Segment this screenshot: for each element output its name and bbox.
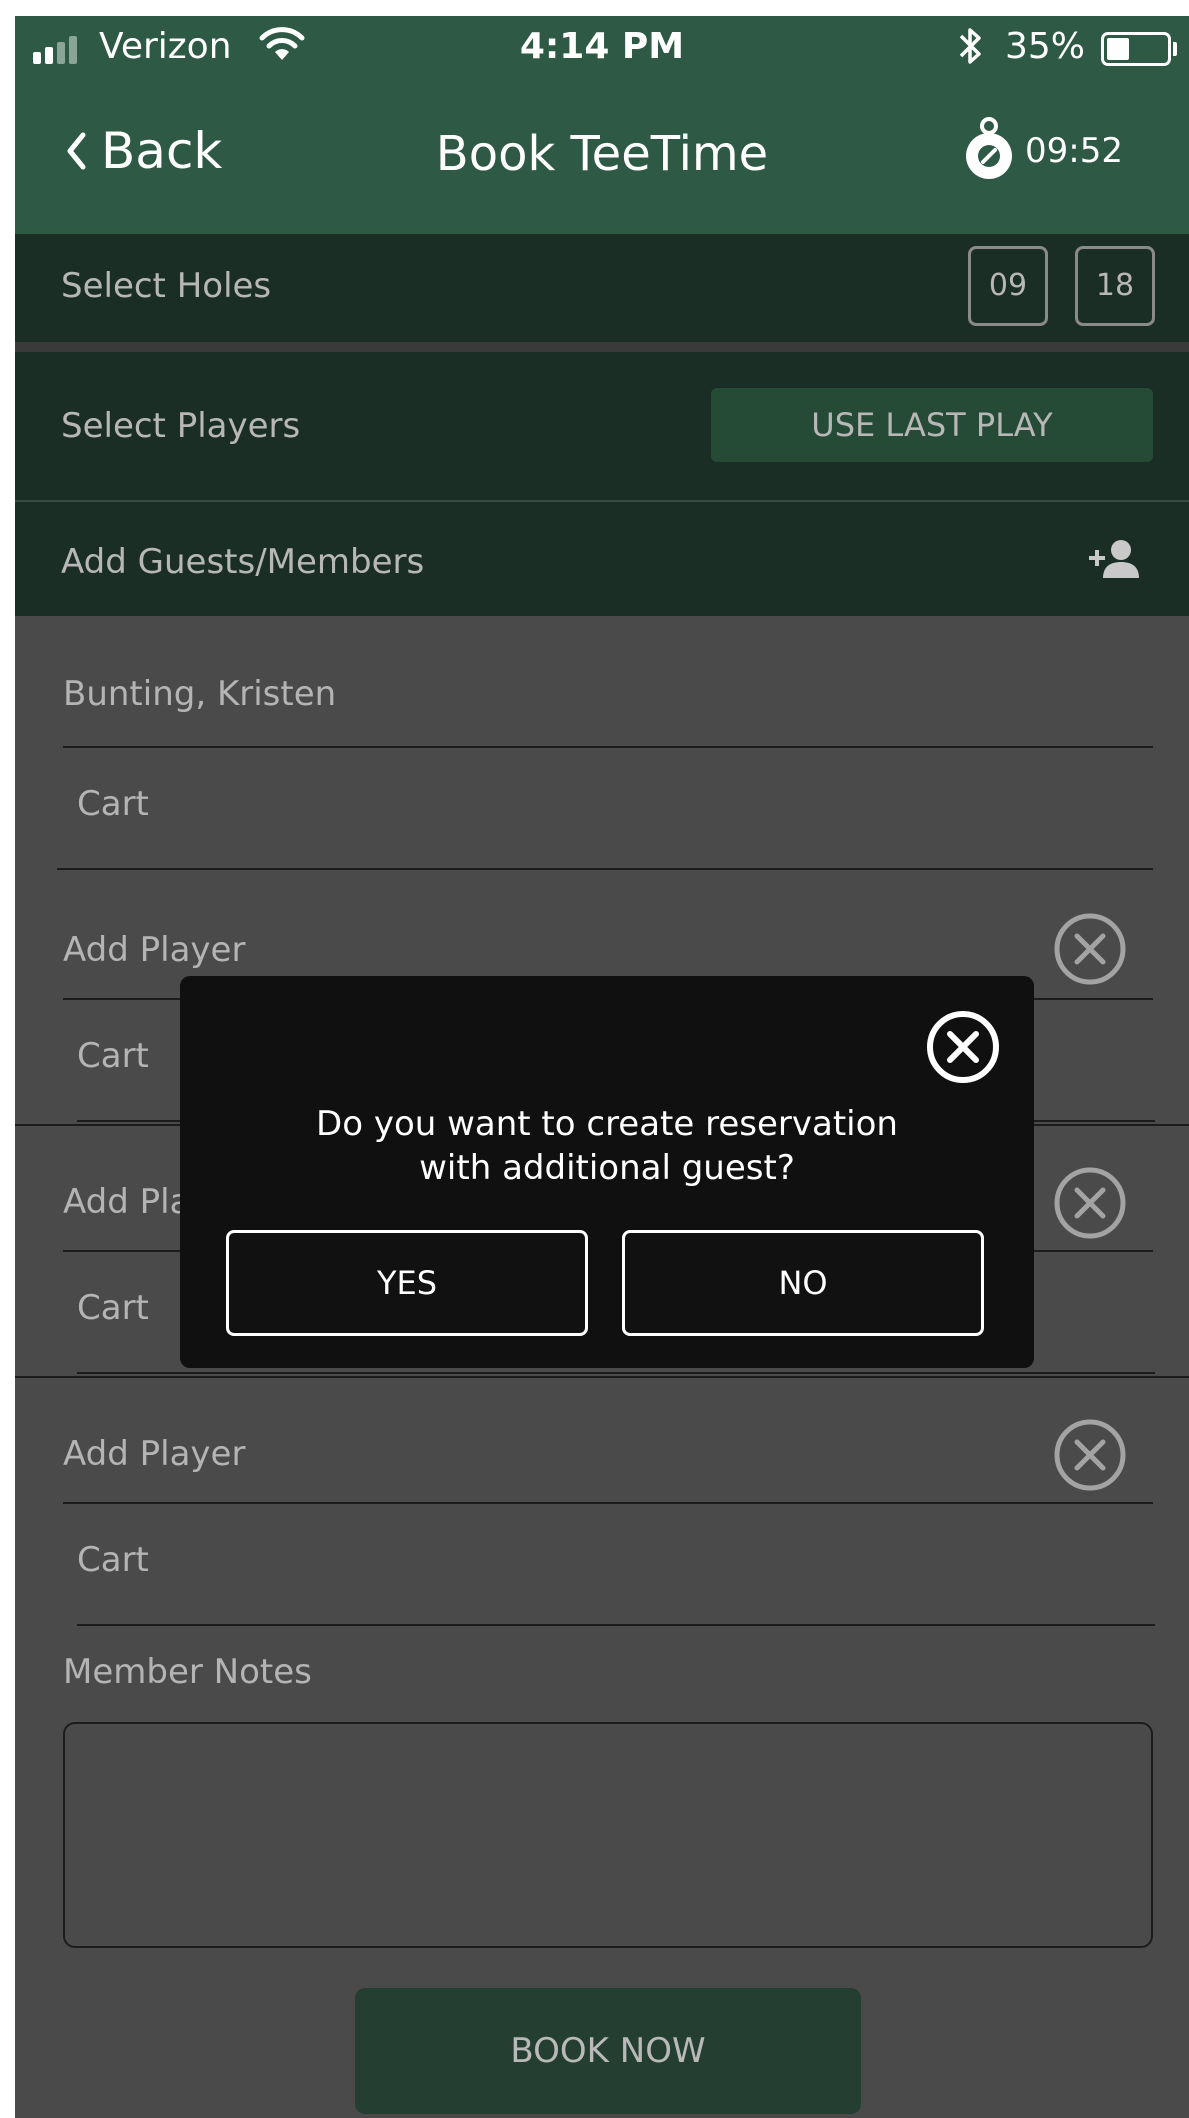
no-button[interactable]: NO — [622, 1230, 984, 1336]
app-screen: Verizon 4:14 PM 35% Back Book TeeTime 09… — [15, 16, 1189, 2118]
player-3-cart[interactable]: Cart — [77, 1288, 149, 1328]
stopwatch-icon — [966, 117, 1012, 179]
session-timer: 09:52 — [965, 116, 1123, 186]
member-notes-label: Member Notes — [63, 1652, 312, 1692]
player-4-cart[interactable]: Cart — [77, 1540, 149, 1580]
yes-button[interactable]: YES — [226, 1230, 588, 1336]
section-divider — [15, 342, 1189, 352]
confirm-dialog: Do you want to create reservation with a… — [180, 976, 1034, 1368]
player-4-cart-underline — [77, 1624, 1155, 1626]
dialog-message-line2: with additional guest? — [419, 1148, 795, 1188]
player-1-underline — [63, 746, 1153, 748]
select-players-row: Select Players USE LAST PLAY — [15, 352, 1189, 500]
timer-text: 09:52 — [1025, 131, 1123, 171]
player-4-name[interactable]: Add Player — [63, 1434, 245, 1474]
use-last-play-button[interactable]: USE LAST PLAY — [711, 388, 1153, 462]
close-icon[interactable] — [924, 1008, 1002, 1086]
select-holes-row: Select Holes 09 18 — [15, 234, 1189, 342]
holes-18-button[interactable]: 18 — [1075, 246, 1155, 326]
add-guests-row[interactable]: Add Guests/Members — [15, 502, 1189, 616]
remove-player-3-icon[interactable] — [1053, 1166, 1127, 1240]
battery-percent: 35% — [1005, 26, 1086, 67]
player-4-underline — [63, 1502, 1153, 1504]
nav-bar: Back Book TeeTime 09:52 — [15, 82, 1189, 234]
status-bar: Verizon 4:14 PM 35% — [15, 16, 1189, 82]
book-now-button[interactable]: BOOK NOW — [355, 1988, 861, 2114]
bluetooth-icon — [959, 28, 981, 64]
remove-player-2-icon[interactable] — [1053, 912, 1127, 986]
player-2-cart[interactable]: Cart — [77, 1036, 149, 1076]
player-1-cart[interactable]: Cart — [77, 784, 149, 824]
holes-9-button[interactable]: 09 — [968, 246, 1048, 326]
dialog-message-line1: Do you want to create reservation — [316, 1104, 898, 1144]
select-holes-label: Select Holes — [61, 266, 272, 306]
player-1-name[interactable]: Bunting, Kristen — [63, 674, 336, 714]
player-divider — [15, 1376, 1189, 1378]
player-1-cart-underline — [57, 868, 1153, 870]
player-2-name[interactable]: Add Player — [63, 930, 245, 970]
dialog-message: Do you want to create reservation with a… — [180, 1102, 1034, 1190]
remove-player-4-icon[interactable] — [1053, 1418, 1127, 1492]
battery-nub — [1173, 42, 1177, 56]
add-guests-label: Add Guests/Members — [61, 542, 425, 582]
player-3-cart-underline — [77, 1372, 1155, 1374]
battery-icon — [1101, 32, 1171, 66]
add-person-icon[interactable] — [1087, 538, 1143, 580]
member-notes-textarea[interactable] — [63, 1722, 1153, 1948]
select-players-label: Select Players — [61, 406, 301, 446]
